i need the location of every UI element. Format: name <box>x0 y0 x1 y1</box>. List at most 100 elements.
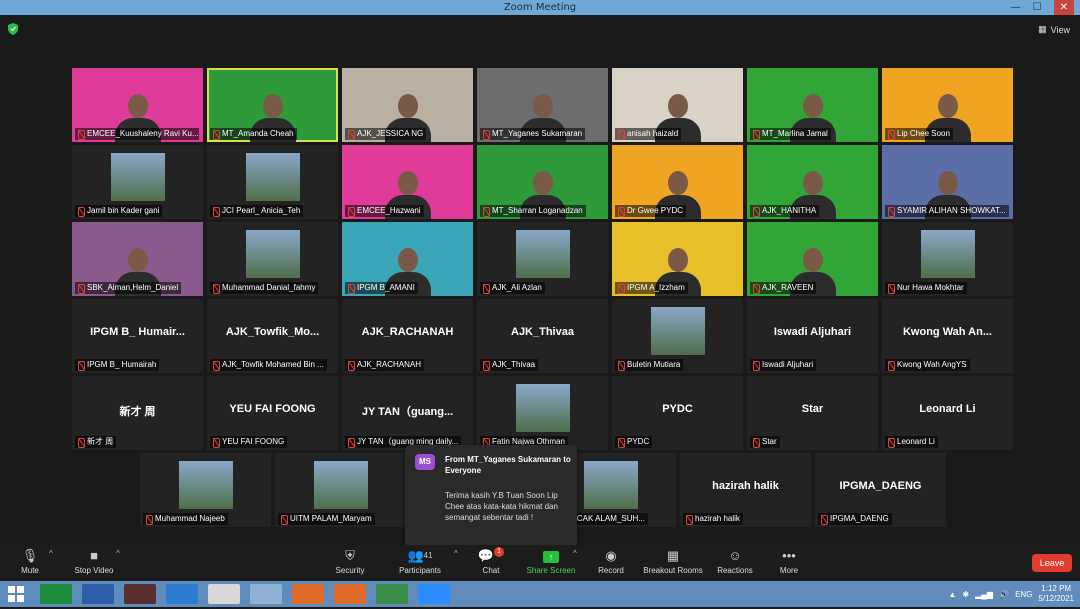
participant-tile[interactable]: MT_Sharran Loganadzan <box>477 145 608 219</box>
chat-notification[interactable]: MS From MT_Yaganes Sukamaran to Everyone… <box>405 445 577 548</box>
participant-name-label: Buletin Mutiara <box>615 359 684 371</box>
profile-picture <box>245 230 300 278</box>
meeting-stage: ▦ View EMCEE_Kuushaleny Ravi Ku... MT_Ama… <box>0 15 1080 548</box>
zoom-app-icon[interactable] <box>418 584 450 604</box>
internet-explorer-icon[interactable] <box>166 584 198 604</box>
participant-name-label: Iswadi Aljuhari <box>750 359 817 371</box>
minimize-button[interactable]: — <box>1011 0 1021 15</box>
security-button[interactable]: ⛨ Security <box>320 547 380 575</box>
tray-chevron-up-icon[interactable]: ▲ <box>948 590 956 599</box>
participant-tile[interactable]: IPGM B_ Humair... IPGM B_ Humairah <box>72 299 203 373</box>
participant-tile[interactable]: YEU FAI FOONG YEU FAI FOONG <box>207 376 338 450</box>
participant-tile[interactable]: JCI Pearl_ Anicia_Teh <box>207 145 338 219</box>
bluetooth-icon[interactable]: ✱ <box>962 590 969 599</box>
participant-display-name: Star <box>801 403 824 415</box>
profile-picture <box>313 461 368 509</box>
breakout-rooms-button[interactable]: ▦ Breakout Rooms <box>643 547 703 575</box>
volume-icon[interactable]: 🔊 <box>999 590 1009 599</box>
participant-tile[interactable]: MT_Yaganes Sukamaran <box>477 68 608 142</box>
clock[interactable]: 1:12 PM 5/12/2021 <box>1038 584 1074 604</box>
participant-name-label: Jamil bin Kader gani <box>75 205 163 217</box>
profile-picture <box>245 153 300 201</box>
participant-tile[interactable]: Kwong Wah An... Kwong Wah AngYS <box>882 299 1013 373</box>
participant-name-label: IPGM B_ Humairah <box>75 359 160 371</box>
participant-tile[interactable]: Muhammad Danial_fahmy <box>207 222 338 296</box>
stop-video-button[interactable]: ■ Stop Video <box>64 547 124 575</box>
shield-icon[interactable] <box>8 23 18 35</box>
participant-tile[interactable]: Muhammad Najeeb <box>140 453 271 527</box>
participant-display-name: IPGMA_DAENG <box>839 480 922 492</box>
participant-tile[interactable]: IPGM A_Izzham <box>612 222 743 296</box>
participant-tile[interactable]: Iswadi Aljuhari Iswadi Aljuhari <box>747 299 878 373</box>
media-app-icon[interactable] <box>124 584 156 604</box>
participant-tile[interactable]: AJK_HANITHA <box>747 145 878 219</box>
participant-tile[interactable]: Dr Gwee PYDC <box>612 145 743 219</box>
participants-button[interactable]: 👥41 Participants <box>390 547 450 575</box>
participant-tile[interactable]: EMCEE_Kuushaleny Ravi Ku... <box>72 68 203 142</box>
windows-start-icon[interactable] <box>4 584 28 604</box>
participant-tile[interactable]: AJK_RAVEEN <box>747 222 878 296</box>
leave-button[interactable]: Leave <box>1032 554 1072 572</box>
calculator-app-icon[interactable] <box>82 584 114 604</box>
participant-tile[interactable]: hazirah halik hazirah halik <box>680 453 811 527</box>
network-icon[interactable]: ▂▄▆ <box>975 590 993 599</box>
participant-tile[interactable]: MT_Marlina Jamal <box>747 68 878 142</box>
participant-tile[interactable]: MT_Amanda Cheah <box>207 68 338 142</box>
more-button[interactable]: ••• More <box>759 547 819 575</box>
share-chevron-up-icon[interactable]: ^ <box>573 549 577 558</box>
participant-tile[interactable]: AJK_Towfik_Mo... AJK_Towfik Mohamed Bin .… <box>207 299 338 373</box>
orange-app-2-icon[interactable] <box>334 584 366 604</box>
participant-name-label: anisah haizald <box>615 128 682 140</box>
participant-tile[interactable]: SYAMIR ALIHAN SHOWKAT... <box>882 145 1013 219</box>
participant-tile[interactable]: IPGMA_DAENG IPGMA_DAENG <box>815 453 946 527</box>
participant-display-name: IPGM B_ Humair... <box>90 326 185 338</box>
chat-button[interactable]: 💬 1 Chat <box>461 547 521 575</box>
participant-tile[interactable]: anisah haizald <box>612 68 743 142</box>
participant-tile[interactable]: AJK_RACHANAH AJK_RACHANAH <box>342 299 473 373</box>
participant-tile[interactable]: Buletin Mutiara <box>612 299 743 373</box>
participant-tile[interactable]: Fatin Najwa Othman <box>477 376 608 450</box>
participant-tile[interactable]: IPGM B_AMANI <box>342 222 473 296</box>
participant-tile[interactable]: Jamil bin Kader gani <box>72 145 203 219</box>
participant-name-label: AJK_Ali Azlan <box>480 282 545 294</box>
language-indicator[interactable]: ENG <box>1015 590 1032 599</box>
participant-name-label: AJK_Towfik Mohamed Bin ... <box>210 359 327 371</box>
video-options-chevron-up-icon[interactable]: ^ <box>116 549 120 558</box>
participant-tile[interactable]: UITM PALAM_Maryam <box>275 453 406 527</box>
chat-message: Terima kasih Y.B Tuan Soon Lip Chee atas… <box>445 491 558 522</box>
participant-tile[interactable]: Nur Hawa Mokhtar <box>882 222 1013 296</box>
camera-icon: ■ <box>90 548 98 563</box>
drive-app-icon[interactable] <box>376 584 408 604</box>
audio-options-chevron-up-icon[interactable]: ^ <box>49 549 53 558</box>
orange-app-icon[interactable] <box>292 584 324 604</box>
share-screen-button[interactable]: ↑ Share Screen <box>521 547 581 575</box>
window-title: Zoom Meeting <box>503 2 577 13</box>
maximize-button[interactable]: ☐ <box>1033 0 1042 15</box>
paint-app-icon[interactable] <box>250 584 282 604</box>
participant-tile[interactable]: JY TAN（guang... JY TAN（guang ming daily..… <box>342 376 473 450</box>
participant-tile[interactable]: AJK_Ali Azlan <box>477 222 608 296</box>
participant-tile[interactable]: AJK_Thivaa AJK_Thivaa <box>477 299 608 373</box>
participant-tile[interactable]: Leonard Li Leonard Li <box>882 376 1013 450</box>
record-button[interactable]: ◉ Record <box>581 547 641 575</box>
store-app-icon[interactable] <box>40 584 72 604</box>
participant-display-name: Kwong Wah An... <box>902 326 992 338</box>
participant-tile[interactable]: AJK_JESSICA NG <box>342 68 473 142</box>
participant-tile[interactable]: PYDC PYDC <box>612 376 743 450</box>
chrome-icon[interactable] <box>208 584 240 604</box>
participant-name-label: Nur Hawa Mokhtar <box>885 282 967 294</box>
participant-tile[interactable]: SBK_Aiman,Helm_Daniel <box>72 222 203 296</box>
participant-name-label: Dr Gwee PYDC <box>615 205 687 217</box>
more-label: More <box>779 566 799 575</box>
record-label: Record <box>598 566 624 575</box>
participant-tile[interactable]: EMCEE_Hazwani <box>342 145 473 219</box>
participants-chevron-up-icon[interactable]: ^ <box>454 549 458 558</box>
reactions-button[interactable]: ☺ Reactions <box>705 547 765 575</box>
participant-tile[interactable]: 新才 周新才 周 <box>72 376 203 450</box>
view-button[interactable]: ▦ View <box>1038 24 1070 35</box>
close-button[interactable]: ✕ <box>1053 0 1074 15</box>
record-icon: ◉ <box>605 548 617 563</box>
participant-tile[interactable]: Lip Chee Soon <box>882 68 1013 142</box>
participant-tile[interactable]: Star Star <box>747 376 878 450</box>
profile-picture <box>178 461 233 509</box>
